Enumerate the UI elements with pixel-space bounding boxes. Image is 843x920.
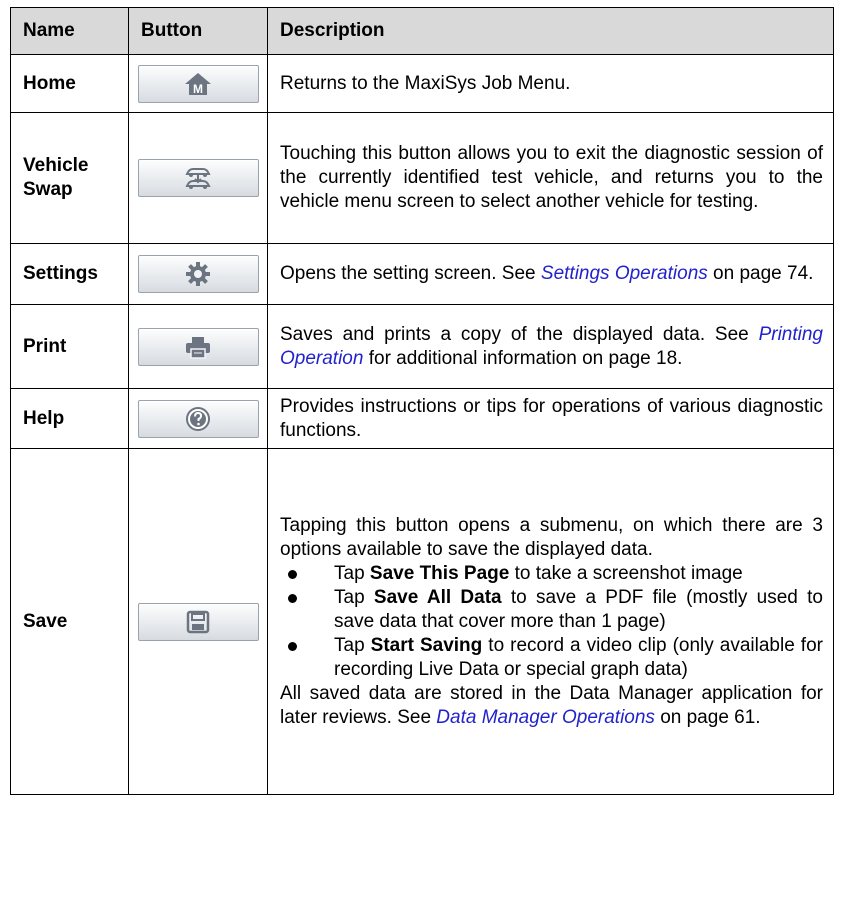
row-description: Touching this button allows you to exit … [267, 112, 834, 244]
home-button[interactable]: M [137, 64, 259, 103]
row-name: Settings [10, 243, 129, 305]
row-description: Returns to the MaxiSys Job Menu. [267, 54, 834, 113]
row-description: Saves and prints a copy of the displayed… [267, 304, 834, 389]
floppy-disk-icon [186, 610, 210, 633]
row-name: Save [10, 448, 129, 795]
header-button: Button [128, 7, 268, 55]
row-name: Help [10, 388, 129, 449]
help-button[interactable] [137, 399, 259, 438]
home-icon: M [185, 72, 211, 96]
header-description: Description [267, 7, 834, 55]
vehicle-swap-button[interactable] [137, 159, 259, 197]
save-button[interactable] [137, 602, 259, 641]
row-description: Opens the setting screen. See Settings O… [267, 243, 834, 305]
save-intro: Tapping this button opens a submenu, on … [280, 514, 823, 560]
row-name: Home [10, 54, 129, 113]
print-button[interactable] [137, 327, 259, 366]
save-options-list: Tap Save This Page to take a screenshot … [280, 562, 823, 682]
list-item: Tap Start Saving to record a video clip … [280, 634, 823, 682]
vehicle-swap-icon [185, 168, 211, 189]
table-row-help: Help Provides instructions or tips for o… [10, 388, 834, 449]
button-reference-table: Name Button Description Home M Returns t… [10, 7, 834, 795]
header-name: Name [10, 7, 129, 55]
table-row-vehicle-swap: Vehicle Swap Touching this button allows… [10, 112, 834, 244]
row-description: Tapping this button opens a submenu, on … [267, 448, 834, 795]
settings-button[interactable] [137, 255, 259, 293]
table-row-home: Home M Returns to the MaxiSys Job Menu. [10, 54, 834, 113]
row-name: Vehicle Swap [10, 112, 129, 244]
table-row-settings: Settings Opens the setting screen. See S… [10, 243, 834, 305]
settings-operations-link[interactable]: Settings Operations [541, 263, 708, 284]
gear-icon [186, 262, 210, 286]
list-item: Tap Save All Data to save a PDF file (mo… [280, 586, 823, 634]
printer-icon [186, 336, 210, 359]
table-row-print: Print Saves and prints a copy of the dis… [10, 304, 834, 389]
table-header-row: Name Button Description [10, 7, 834, 55]
save-outro: All saved data are stored in the Data Ma… [280, 682, 823, 728]
row-description: Provides instructions or tips for operat… [267, 388, 834, 449]
row-name: Print [10, 304, 129, 389]
svg-text:M: M [193, 82, 203, 96]
table-row-save: Save Tapping this button opens a submenu… [10, 448, 834, 795]
data-manager-operations-link[interactable]: Data Manager Operations [436, 707, 655, 728]
help-icon [186, 406, 210, 431]
list-item: Tap Save This Page to take a screenshot … [280, 562, 823, 586]
